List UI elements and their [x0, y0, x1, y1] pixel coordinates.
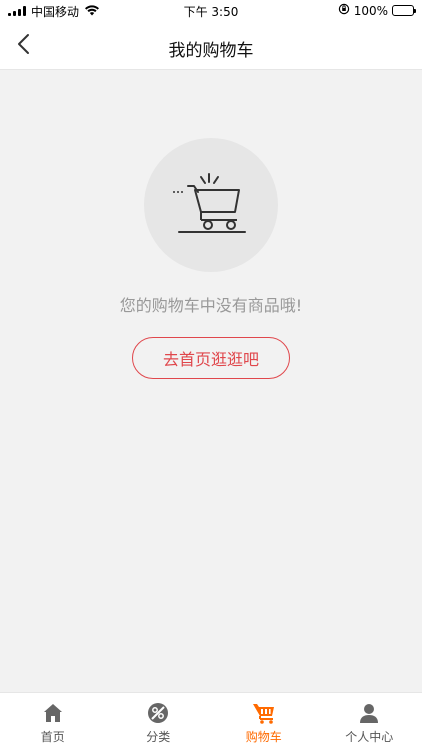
orientation-lock-icon [338, 3, 350, 18]
tab-category[interactable]: 分类 [106, 693, 212, 750]
battery-icon [392, 5, 416, 16]
home-icon [41, 701, 65, 725]
nav-header: 我的购物车 [0, 22, 422, 70]
go-home-button[interactable]: 去首页逛逛吧 [132, 337, 290, 379]
tab-bar: 首页 分类 购物车 个人中心 [0, 692, 422, 750]
tab-profile-label: 个人中心 [345, 730, 394, 744]
status-right: 100% [338, 3, 416, 18]
status-bar: 中国移动 下午 3:50 100% [0, 0, 422, 22]
battery-percent: 100% [353, 3, 388, 18]
cart-icon [252, 701, 276, 725]
tab-cart-label: 购物车 [245, 730, 282, 744]
page-title: 我的购物车 [168, 41, 254, 61]
tab-home-label: 首页 [40, 730, 65, 744]
tab-category-label: 分类 [146, 730, 171, 744]
tab-cart[interactable]: 购物车 [211, 693, 317, 750]
empty-cart-message: 您的购物车中没有商品哦! [119, 296, 303, 315]
tab-home[interactable]: 首页 [0, 693, 106, 750]
user-icon [357, 701, 381, 725]
empty-cart-icon [171, 168, 251, 242]
empty-cart-illustration [144, 138, 278, 272]
category-icon [146, 701, 170, 725]
tab-profile[interactable]: 个人中心 [317, 693, 422, 750]
